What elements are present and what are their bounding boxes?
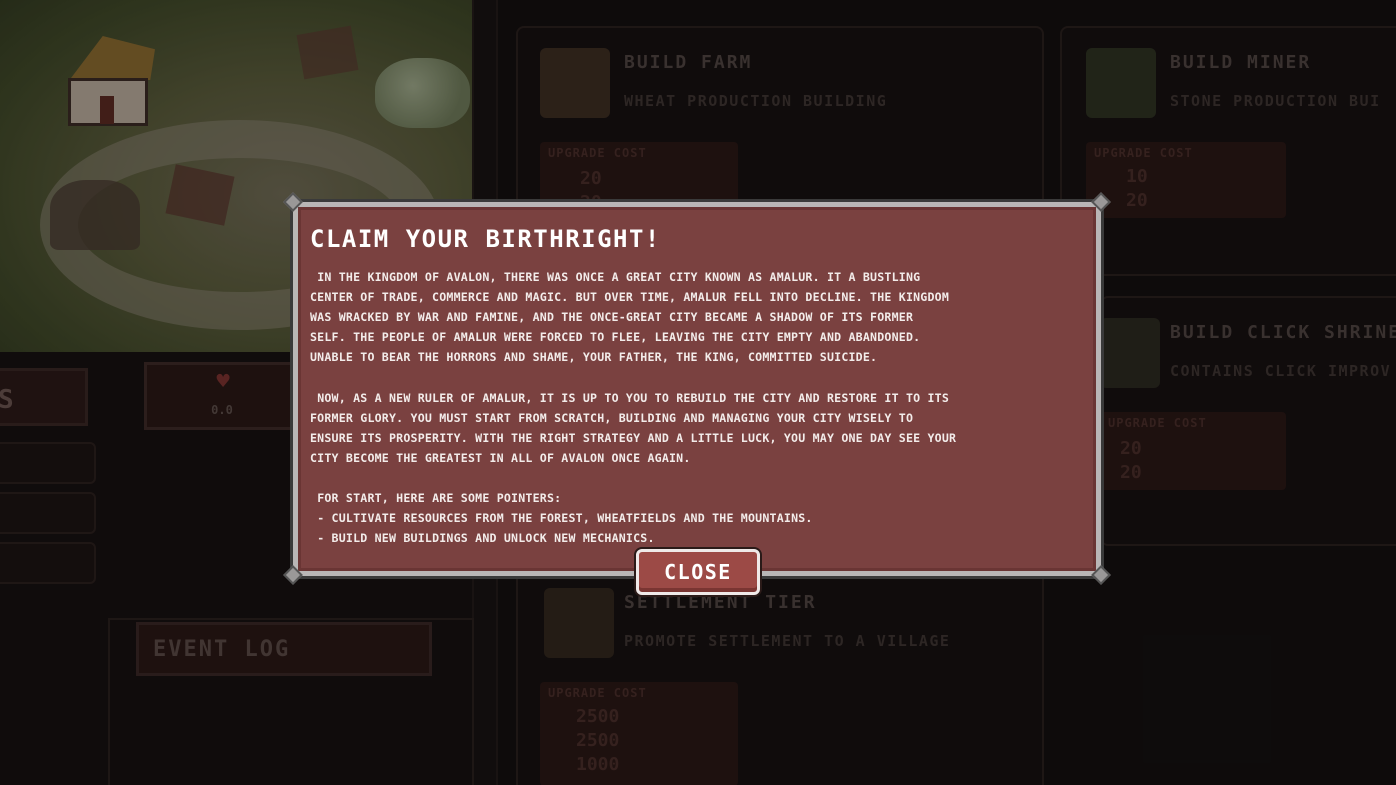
dialog-title: CLAIM YOUR BIRTHRIGHT! (310, 225, 661, 253)
story-paragraph: IN THE KINGDOM OF AVALON, THERE WAS ONCE… (310, 270, 950, 365)
story-dialog: CLAIM YOUR BIRTHRIGHT! IN THE KINGDOM OF… (293, 202, 1101, 576)
story-paragraph: NOW, AS A NEW RULER OF AMALUR, IT IS UP … (310, 390, 957, 465)
close-button[interactable]: CLOSE (636, 549, 760, 595)
dialog-body: IN THE KINGDOM OF AVALON, THERE WAS ONCE… (310, 267, 1096, 548)
pointers-list: FOR START, HERE ARE SOME POINTERS: - CUL… (317, 491, 813, 546)
